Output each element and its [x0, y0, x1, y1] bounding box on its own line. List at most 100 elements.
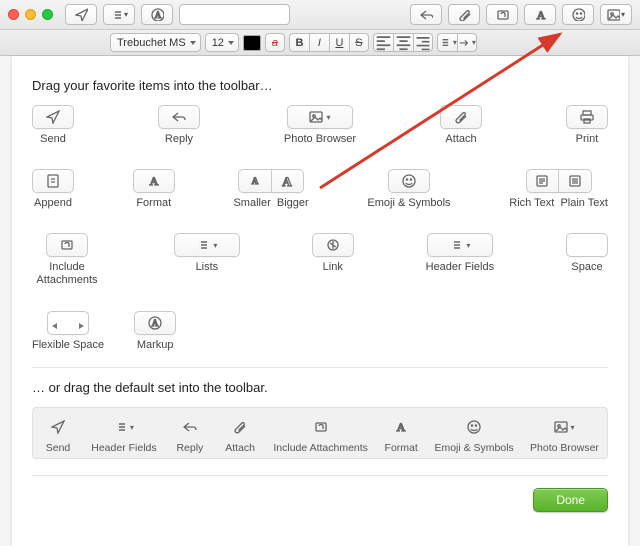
address-field[interactable]: [179, 4, 290, 25]
done-button[interactable]: Done: [533, 488, 608, 512]
palette-label: Lists: [196, 261, 219, 273]
link-icon: [326, 238, 340, 252]
align-center-button[interactable]: [393, 33, 413, 52]
palette-label: Photo Browser: [284, 133, 356, 145]
document-icon: [46, 174, 60, 188]
align-right-button[interactable]: [413, 33, 433, 52]
paperclip-icon: [233, 420, 247, 434]
reply-icon: [183, 420, 197, 434]
zoom-window-button[interactable]: [42, 9, 53, 20]
palette-item-markup[interactable]: Markup: [134, 311, 176, 351]
default-label: Photo Browser: [530, 442, 599, 454]
list-button[interactable]: [437, 33, 457, 52]
palette-item-emoji[interactable]: Emoji & Symbols: [367, 169, 450, 209]
palette-item-append[interactable]: Append: [32, 169, 74, 209]
default-label: Format: [385, 442, 418, 454]
palette-item-header-fields[interactable]: ▾ Header Fields: [426, 233, 494, 287]
default-item-include-attachments: Include Attachments: [273, 416, 368, 454]
palette-label: Include Attachments: [32, 261, 102, 287]
smaller-text-icon: [248, 174, 262, 188]
window-titlebar: ▾ ▾: [0, 0, 640, 30]
default-label: Header Fields: [91, 442, 156, 454]
palette-label: Append: [34, 197, 72, 209]
send-icon: [51, 420, 65, 434]
minimize-window-button[interactable]: [25, 9, 36, 20]
paperclip-icon: [454, 110, 468, 124]
toolbar-include-attachments-button[interactable]: [486, 4, 518, 25]
list-icon: [449, 238, 463, 252]
default-label: Reply: [176, 442, 203, 454]
palette-item-reply[interactable]: Reply: [158, 105, 200, 145]
remove-style-button[interactable]: a: [265, 33, 285, 52]
reply-icon: [172, 110, 186, 124]
palette-item-attach[interactable]: Attach: [440, 105, 482, 145]
default-item-attach: Attach: [223, 416, 257, 454]
palette-label: Emoji & Symbols: [367, 197, 450, 209]
customize-toolbar-sheet: Drag your favorite items into the toolba…: [12, 56, 628, 546]
toolbar-header-fields-button[interactable]: ▾: [103, 4, 135, 25]
bold-button[interactable]: B: [289, 33, 309, 52]
palette-label: Flexible Space: [32, 339, 104, 351]
default-label: Attach: [225, 442, 255, 454]
toolbar-attach-button[interactable]: [448, 4, 480, 25]
palette-item-textmode[interactable]: Rich Text Plain Text: [509, 169, 608, 209]
window-controls: [8, 9, 53, 20]
default-label: Send: [46, 442, 71, 454]
palette-label: Send: [40, 133, 66, 145]
printer-icon: [580, 110, 594, 124]
toolbar-format-button[interactable]: [524, 4, 556, 25]
font-size-select[interactable]: 12: [205, 33, 239, 52]
text-style-group: B I U S: [289, 33, 369, 52]
default-item-photo-browser: Photo Browser: [530, 416, 599, 454]
italic-button[interactable]: I: [309, 33, 329, 52]
palette-item-lists[interactable]: ▾ Lists: [174, 233, 240, 287]
markup-icon: [148, 316, 162, 330]
default-item-emoji: Emoji & Symbols: [434, 416, 513, 454]
emoji-icon: [467, 420, 481, 434]
align-left-button[interactable]: [373, 33, 393, 52]
toolbar-send-button[interactable]: [65, 4, 97, 25]
toolbar-emoji-button[interactable]: [562, 4, 594, 25]
format-icon: [147, 174, 161, 188]
divider: [32, 367, 608, 368]
list-icon: [196, 238, 210, 252]
default-set-instruction-label: … or drag the default set into the toolb…: [32, 380, 608, 395]
palette-label: Reply: [165, 133, 193, 145]
palette-item-space[interactable]: Space: [566, 233, 608, 287]
toolbar-reply-button[interactable]: [410, 4, 442, 25]
text-color-swatch[interactable]: [243, 35, 261, 51]
palette-label: Header Fields: [426, 261, 494, 273]
palette-label: Link: [323, 261, 343, 273]
include-attachments-icon: [314, 420, 328, 434]
strikethrough-button[interactable]: S: [349, 33, 369, 52]
default-label: Include Attachments: [273, 442, 368, 454]
palette-item-photo-browser[interactable]: ▾ Photo Browser: [284, 105, 356, 145]
default-item-header-fields: Header Fields: [91, 416, 156, 454]
palette-item-flexible-space[interactable]: Flexible Space: [32, 311, 104, 351]
palette-item-fontsize[interactable]: Smaller Bigger: [233, 169, 308, 209]
underline-button[interactable]: U: [329, 33, 349, 52]
indent-button[interactable]: [457, 33, 477, 52]
toolbar-photo-browser-button[interactable]: ▾: [600, 4, 632, 25]
plain-text-icon: [568, 174, 582, 188]
rich-text-icon: [535, 174, 549, 188]
default-toolbar-set[interactable]: Send Header Fields Reply Attach Include …: [32, 407, 608, 459]
palette-item-link[interactable]: Link: [312, 233, 354, 287]
palette-item-format[interactable]: Format: [133, 169, 175, 209]
palette-item-include-attachments[interactable]: Include Attachments: [32, 233, 102, 287]
palette-item-send[interactable]: Send: [32, 105, 74, 145]
divider: [32, 475, 608, 476]
palette-label: Markup: [137, 339, 174, 351]
close-window-button[interactable]: [8, 9, 19, 20]
default-item-reply: Reply: [173, 416, 207, 454]
toolbar-markup-button[interactable]: [141, 4, 173, 25]
palette-label: Format: [136, 197, 171, 209]
font-family-select[interactable]: Trebuchet MS: [110, 33, 201, 52]
default-item-send: Send: [41, 416, 75, 454]
send-icon: [46, 110, 60, 124]
list-indent-group: [437, 33, 477, 52]
palette-label: Print: [576, 133, 599, 145]
format-icon: [394, 420, 408, 434]
palette-item-print[interactable]: Print: [566, 105, 608, 145]
bigger-text-icon: [280, 174, 294, 188]
